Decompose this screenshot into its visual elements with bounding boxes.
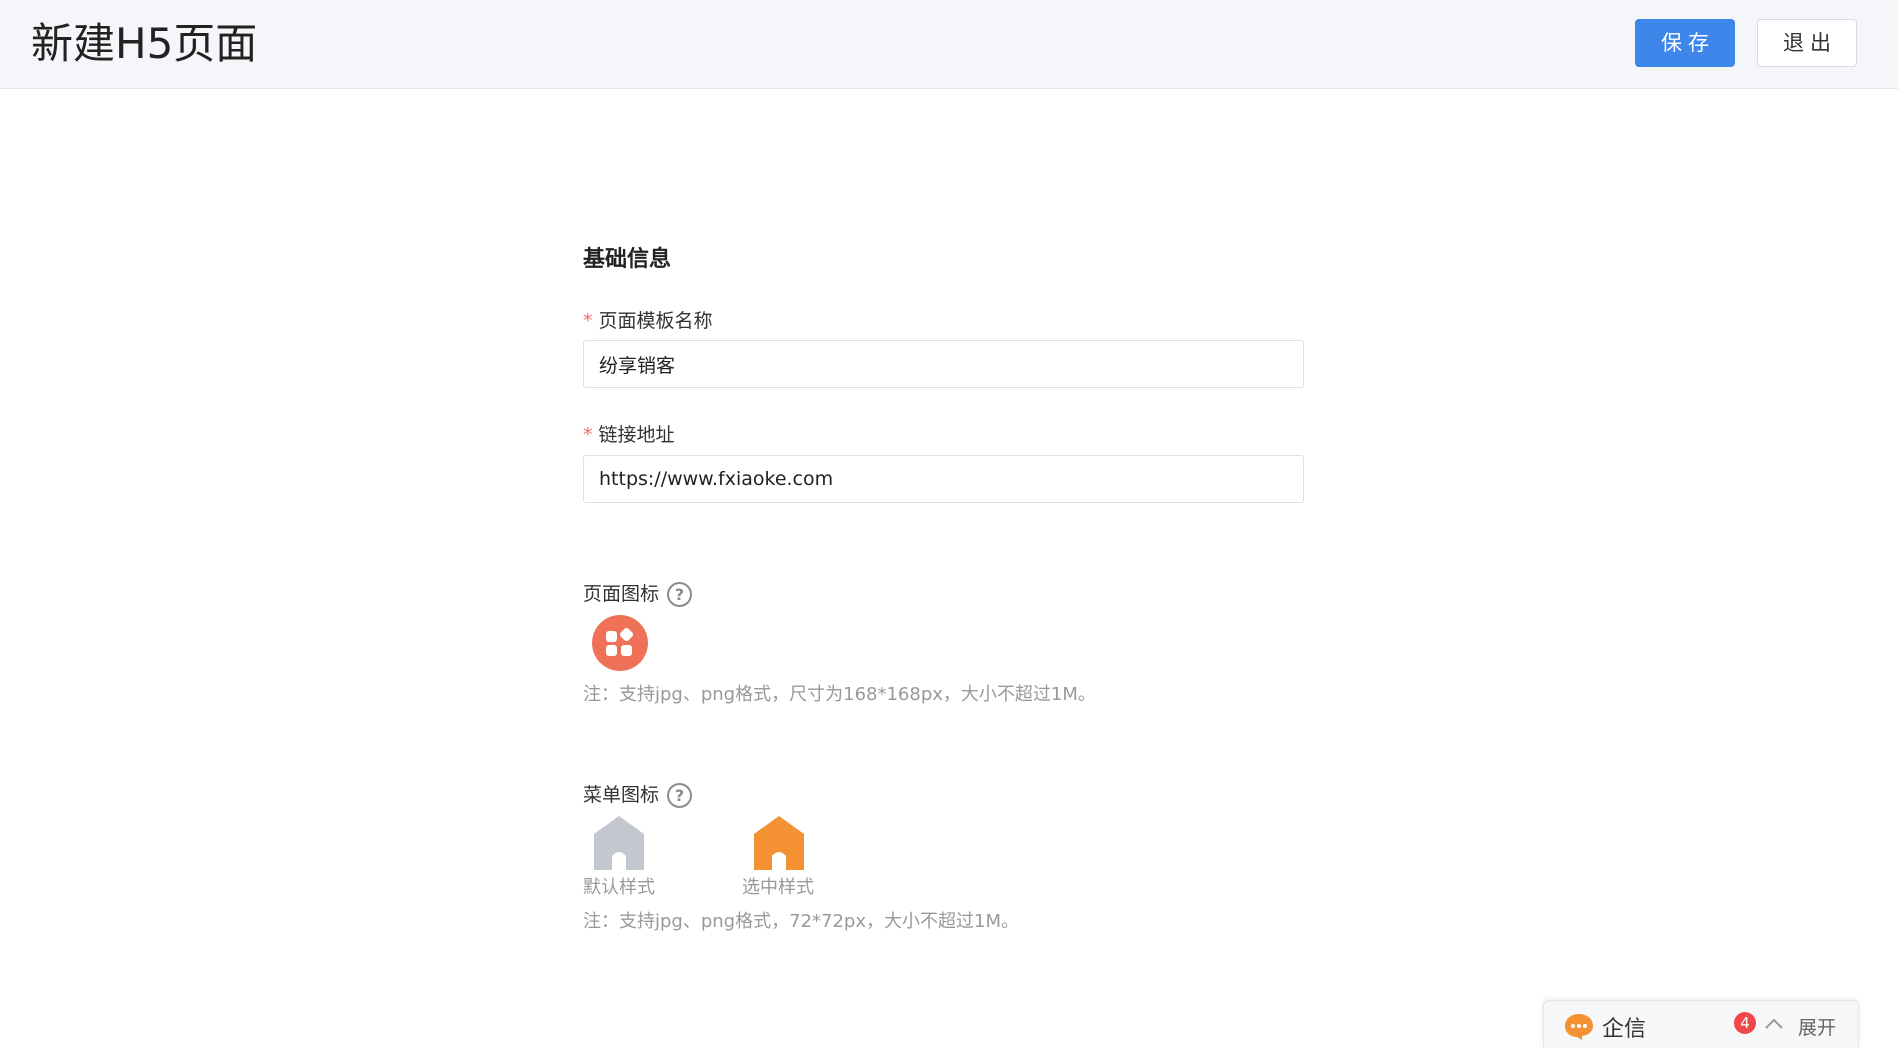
save-button[interactable]: 保存 [1635,19,1735,67]
exit-button[interactable]: 退出 [1757,19,1857,67]
required-mark: * [583,310,593,332]
required-mark: * [583,424,593,446]
expand-button[interactable]: 展开 [1798,1013,1836,1040]
home-icon-selected[interactable] [750,814,808,872]
link-url-input[interactable] [583,455,1304,503]
default-style-caption: 默认样式 [583,877,655,898]
template-name-label-text: 页面模板名称 [598,310,713,332]
menu-icon-note: 注：支持jpg、png格式，72*72px，大小不超过1M。 [583,911,1019,932]
page-icon-note: 注：支持jpg、png格式，尺寸为168*168px，大小不超过1M。 [583,684,1096,705]
page-icon-label: 页面图标? [583,579,693,607]
section-title: 基础信息 [583,247,672,272]
grid-icon [606,645,617,656]
page-title: 新建H5页面 [31,19,258,68]
home-icon-default[interactable] [590,814,648,872]
unread-badge: 4 [1734,1012,1756,1034]
chat-bubble-icon [1565,1014,1593,1040]
chevron-up-icon[interactable] [1764,1015,1784,1031]
link-url-label: * 链接地址 [583,420,675,447]
menu-icon-label-text: 菜单图标 [583,784,660,806]
help-icon[interactable]: ? [667,783,693,808]
grid-icon [606,631,617,642]
selected-style-caption: 选中样式 [742,877,814,898]
page-icon-upload[interactable] [592,615,648,671]
grid-icon [621,645,632,656]
menu-icon-label: 菜单图标? [583,780,693,808]
template-name-label: * 页面模板名称 [583,306,713,333]
template-name-input[interactable] [583,340,1304,388]
help-icon[interactable]: ? [667,582,693,607]
chat-bar[interactable]: 企信 4 展开 [1543,1000,1859,1048]
page-icon-label-text: 页面图标 [583,583,660,605]
chat-title: 企信 [1602,1017,1647,1042]
page-header: 新建H5页面 保存 退出 [0,0,1898,89]
grid-icon [618,626,635,643]
link-url-label-text: 链接地址 [598,424,675,446]
